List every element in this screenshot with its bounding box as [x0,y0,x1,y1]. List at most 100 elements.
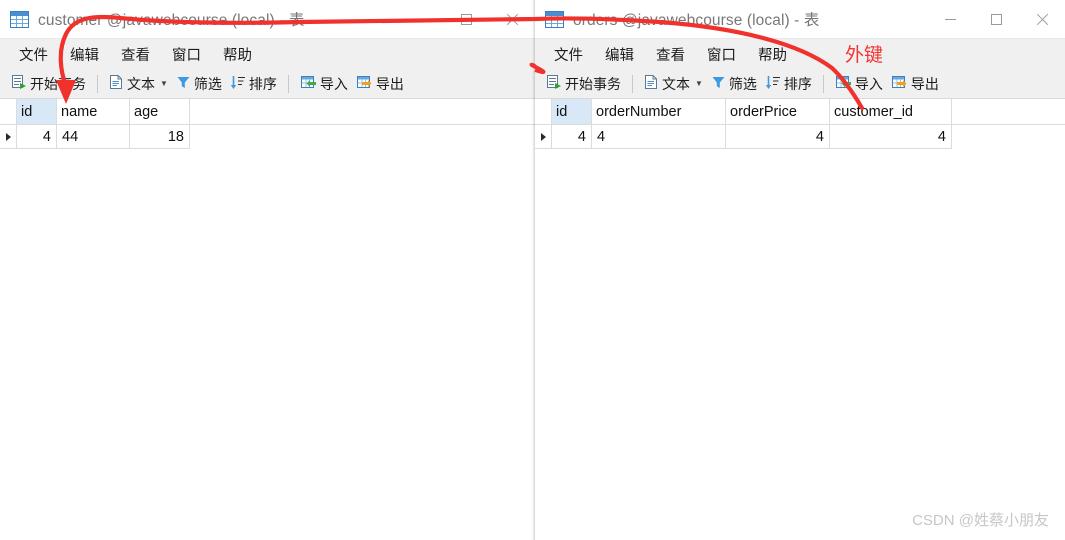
begin-transaction-label: 开始事务 [565,76,621,92]
toolbar-separator [97,75,98,93]
text-dropdown-label: 文本 [662,76,690,92]
table-row[interactable]: 4 4 4 4 [535,125,1065,149]
export-label: 导出 [375,76,404,92]
import-button[interactable]: 导入 [296,72,352,96]
toolbar-separator [822,75,824,93]
column-header-age[interactable]: age [130,99,190,125]
sort-descending-icon [230,74,246,95]
window-controls[interactable] [927,0,1065,38]
window-orders[interactable]: orders @javawebcourse (local) - 表 文件 编辑 … [535,0,1065,540]
begin-transaction-button[interactable]: 开始事务 [7,72,90,96]
maximize-button[interactable] [443,0,489,38]
text-dropdown-label: 文本 [127,76,155,92]
close-icon [506,13,519,26]
text-dropdown-button[interactable]: 文本 ▼ [105,72,172,96]
grid-row-filler [952,125,1065,149]
menu-item-view[interactable]: 查看 [110,41,161,68]
text-dropdown-button[interactable]: 文本 ▼ [640,72,707,96]
maximize-button[interactable] [973,0,1019,38]
export-button[interactable]: 导出 [887,72,943,96]
grid-header-row: id name age [0,99,535,125]
close-icon [1036,13,1049,26]
cell-orderprice[interactable]: 4 [726,125,830,149]
maximize-icon [990,13,1002,25]
menu-item-help[interactable]: 帮助 [747,41,798,68]
sort-label: 排序 [783,76,812,92]
row-marker-current[interactable] [0,125,17,149]
toolbar-orders[interactable]: 开始事务 文本 ▼ 筛选 排序 导入 导出 [535,70,1065,99]
begin-transaction-button[interactable]: 开始事务 [542,72,625,96]
import-grid-icon [835,74,852,95]
screenshot-root: customer @javawebcourse (local) - 表 文件 编… [0,0,1065,540]
export-button[interactable]: 导出 [352,72,408,96]
cell-ordernumber[interactable]: 4 [592,125,726,149]
cell-id[interactable]: 4 [17,125,57,149]
column-header-name[interactable]: name [57,99,130,125]
import-button[interactable]: 导入 [831,72,887,96]
cell-id[interactable]: 4 [552,125,592,149]
export-label: 导出 [910,76,939,92]
toolbar-separator [287,75,289,93]
window-title: orders @javawebcourse (local) - 表 [573,12,820,29]
close-button[interactable] [489,0,535,38]
close-button[interactable] [1019,0,1065,38]
cell-name[interactable]: 44 [57,125,130,149]
filter-button[interactable]: 筛选 [172,72,226,96]
text-document-icon [109,74,124,95]
grid-header-filler [952,99,1065,125]
grid-header-filler [190,99,535,125]
text-document-icon [644,74,659,95]
menu-item-view[interactable]: 查看 [645,41,696,68]
menubar-customer[interactable]: 文件 编辑 查看 窗口 帮助 [0,39,535,70]
grid-orders[interactable]: id orderNumber orderPrice customer_id 4 … [535,99,1065,149]
toolbar-customer[interactable]: 开始事务 文本 ▼ 筛选 排序 导入 导出 [0,70,535,99]
menu-item-window[interactable]: 窗口 [696,41,747,68]
menu-item-file[interactable]: 文件 [543,41,594,68]
import-label: 导入 [854,76,883,92]
cell-age[interactable]: 18 [130,125,190,149]
filter-funnel-icon [176,74,191,95]
begin-transaction-label: 开始事务 [30,76,86,92]
minimize-icon [944,18,956,20]
menu-item-help[interactable]: 帮助 [212,41,263,68]
chevron-down-icon[interactable]: ▼ [695,80,703,88]
titlebar-orders[interactable]: orders @javawebcourse (local) - 表 [535,0,1065,39]
column-header-ordernumber[interactable]: orderNumber [592,99,726,125]
menu-item-window[interactable]: 窗口 [161,41,212,68]
column-header-orderprice[interactable]: orderPrice [726,99,830,125]
cell-customer-id[interactable]: 4 [830,125,952,149]
window-customer[interactable]: customer @javawebcourse (local) - 表 文件 编… [0,0,535,540]
grid-customer[interactable]: id name age 4 44 18 [0,99,535,149]
sort-button[interactable]: 排序 [226,72,281,96]
filter-button[interactable]: 筛选 [707,72,761,96]
menu-item-edit[interactable]: 编辑 [59,41,110,68]
filter-label: 筛选 [728,76,757,92]
minimize-button[interactable] [927,0,973,38]
minimize-icon [414,18,426,20]
begin-transaction-icon [546,74,562,95]
begin-transaction-icon [11,74,27,95]
column-header-customer-id[interactable]: customer_id [830,99,952,125]
menu-item-file[interactable]: 文件 [8,41,59,68]
grid-header-row: id orderNumber orderPrice customer_id [535,99,1065,125]
table-grid-icon [545,10,564,28]
import-label: 导入 [319,76,348,92]
row-marker-current[interactable] [535,125,552,149]
sort-button[interactable]: 排序 [761,72,816,96]
current-row-arrow-icon [5,132,11,141]
column-header-id[interactable]: id [17,99,57,125]
sort-descending-icon [765,74,781,95]
current-row-arrow-icon [540,132,546,141]
titlebar-customer[interactable]: customer @javawebcourse (local) - 表 [0,0,535,39]
table-grid-icon [10,10,29,28]
menubar-orders[interactable]: 文件 编辑 查看 窗口 帮助 [535,39,1065,70]
column-header-id[interactable]: id [552,99,592,125]
menu-item-edit[interactable]: 编辑 [594,41,645,68]
filter-funnel-icon [711,74,726,95]
window-controls[interactable] [397,0,535,38]
window-title: customer @javawebcourse (local) - 表 [38,12,305,29]
row-marker-header [535,99,552,125]
table-row[interactable]: 4 44 18 [0,125,535,149]
minimize-button[interactable] [397,0,443,38]
chevron-down-icon[interactable]: ▼ [160,80,168,88]
